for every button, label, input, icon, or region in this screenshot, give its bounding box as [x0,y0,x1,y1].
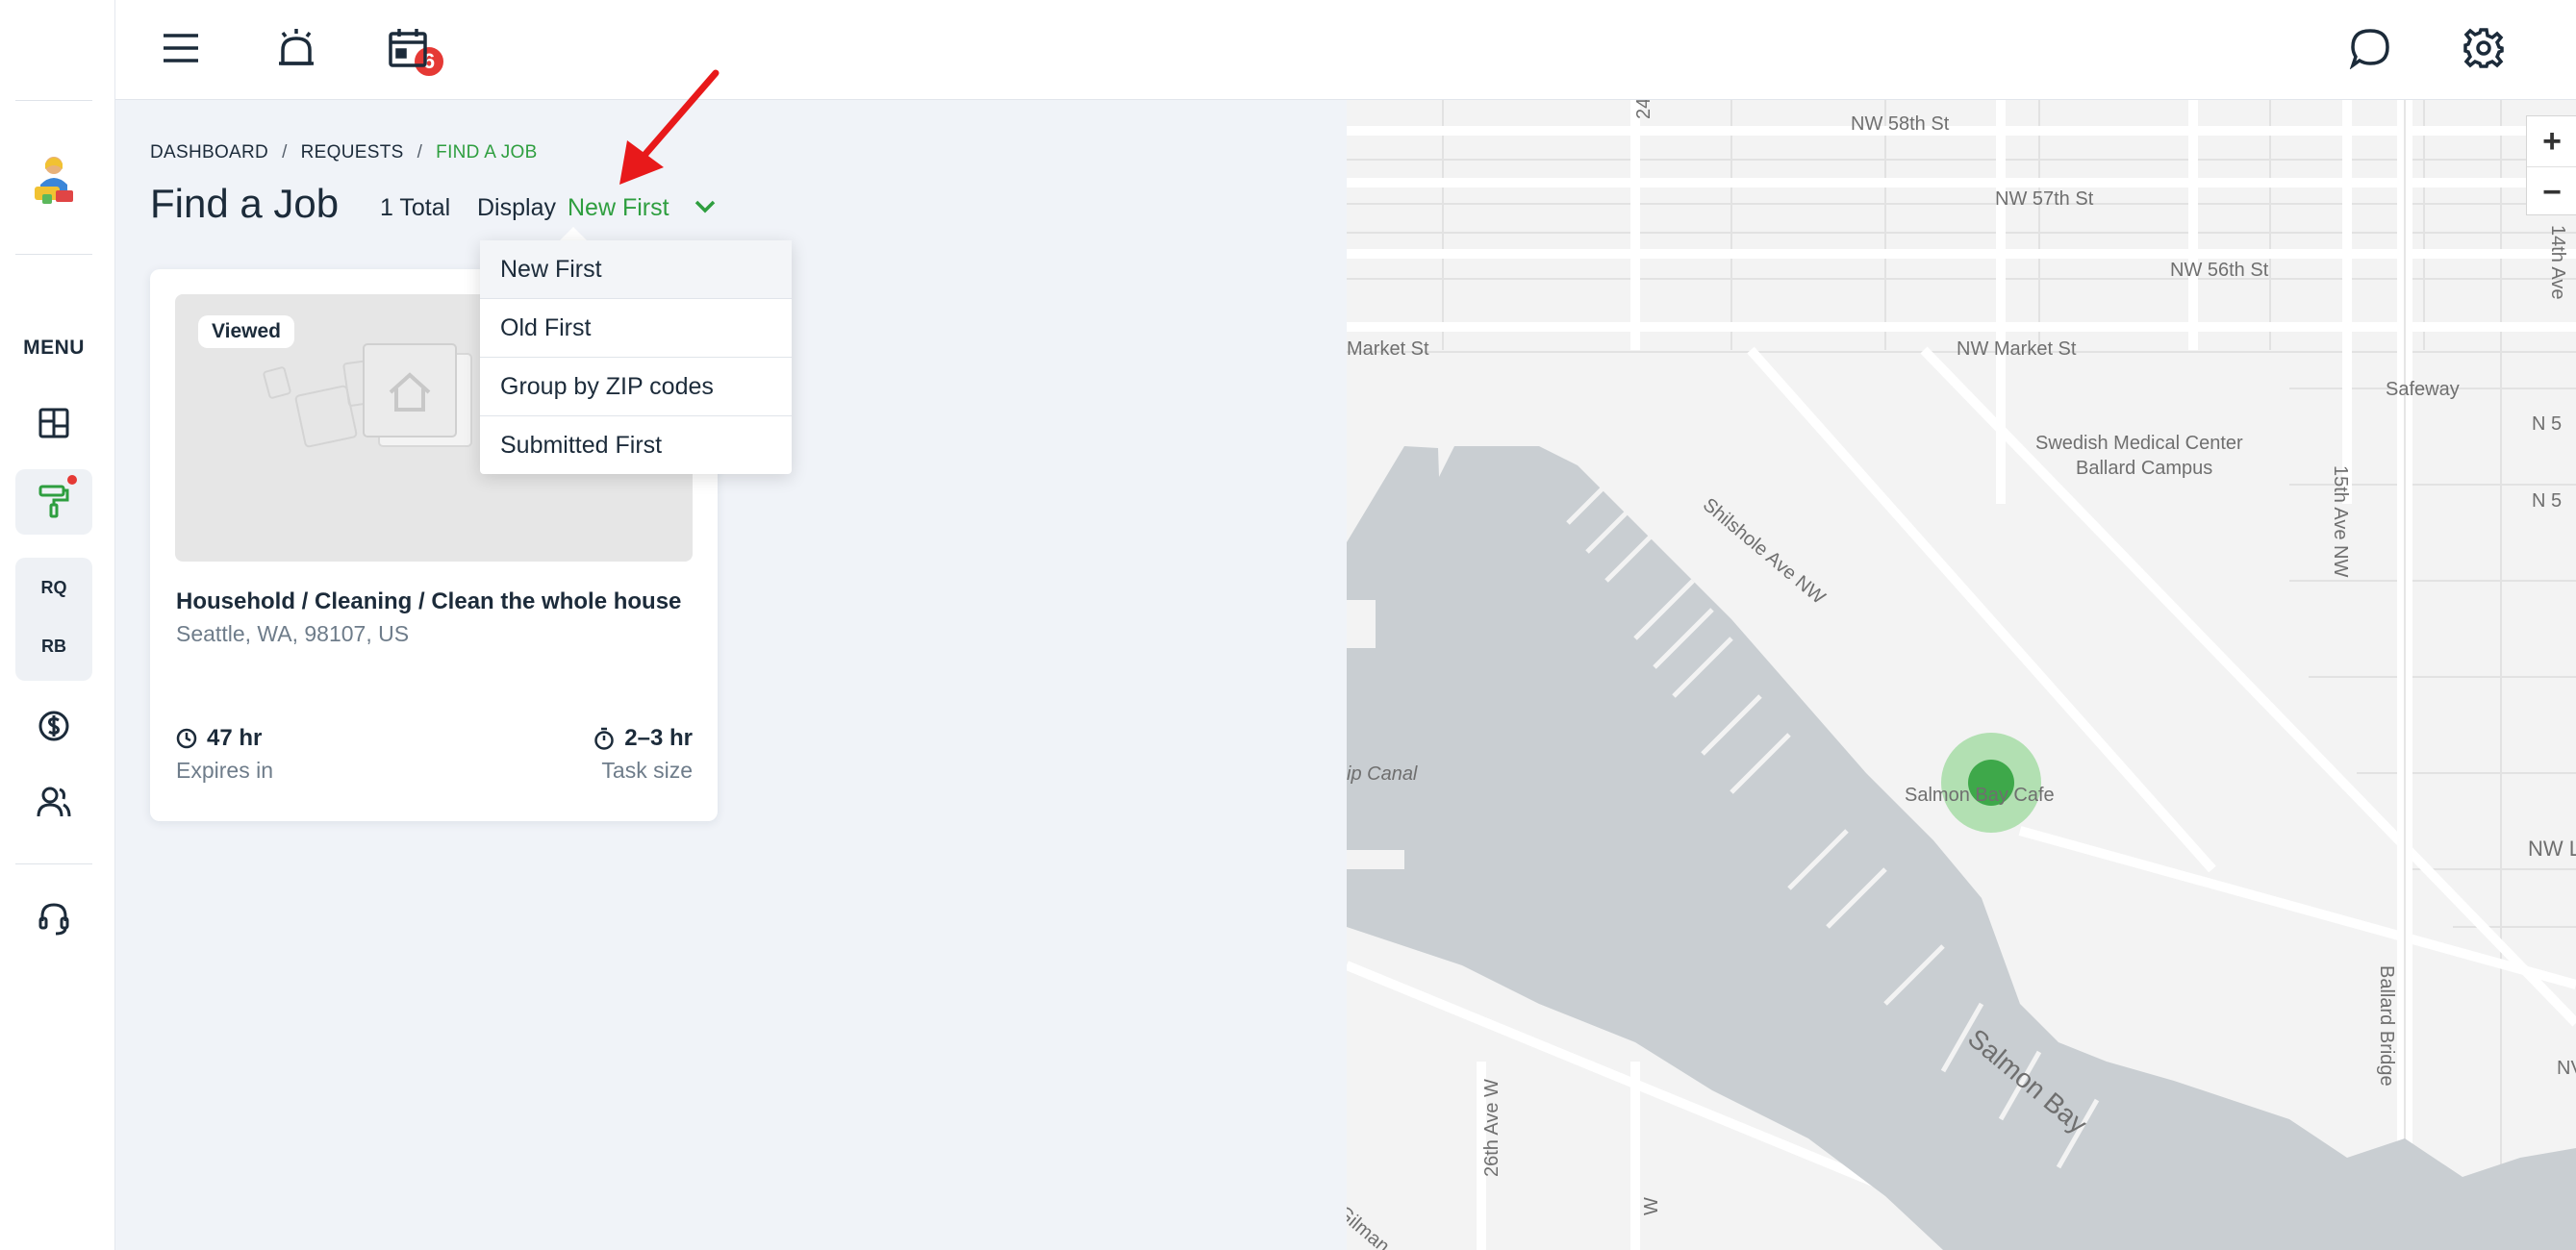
sort-dropdown-menu: New First Old First Group by ZIP codes S… [480,240,792,474]
annotation-arrow-icon [606,67,721,192]
sidebar-divider [15,100,92,101]
job-title[interactable]: Household / Cleaning / Clean the whole h… [176,588,681,615]
alarm-icon[interactable] [269,21,323,75]
task-size-label: Task size [601,758,693,783]
breadcrumb-requests[interactable]: REQUESTS [301,142,404,162]
clock-icon [176,728,197,749]
map[interactable]: NW 58th St NW 57th St NW 56th St Market … [1347,100,2576,1250]
avatar[interactable] [29,152,79,210]
sort-option-zip[interactable]: Group by ZIP codes [480,358,792,415]
sort-option-new-first[interactable]: New First [480,240,792,298]
calendar-icon[interactable] [381,21,435,75]
map-label: Safeway [2386,379,2460,400]
display-label: Display [477,194,556,221]
map-label: 24 [1633,100,1654,119]
task-size-hours: 2–3 hr [624,725,693,751]
users-icon[interactable] [33,781,75,823]
total-count: 1 Total [380,194,451,221]
gear-icon[interactable] [2457,21,2511,75]
breadcrumb-dashboard[interactable]: DASHBOARD [150,142,268,162]
breadcrumb-find-job: FIND A JOB [436,142,538,162]
sidebar-divider [15,254,92,255]
menu-label: MENU [23,337,85,359]
sidebar-group-requests [15,558,92,681]
expires-hours: 47 hr [207,725,263,751]
map-label: N 5 [2532,490,2563,512]
top-bar: 6 [115,0,2576,100]
map-label: 14th Ave [2547,225,2568,300]
map-label: N 5 [2532,413,2563,435]
sort-option-old-first[interactable]: Old First [480,299,792,357]
map-label: NV [2557,1058,2576,1079]
map-label: 15th Ave NW [2330,465,2351,578]
viewed-badge: Viewed [198,315,294,348]
map-label: Swedish Medical Center [2035,433,2243,454]
map-label: NW L [2528,837,2576,861]
sidebar-item-rb[interactable]: RB [15,637,92,657]
chat-icon[interactable] [2343,21,2397,75]
sort-option-submitted-first[interactable]: Submitted First [480,416,792,474]
sidebar-item-rq[interactable]: RQ [15,578,92,598]
chevron-down-icon[interactable] [691,192,720,221]
new-jobs-dot [67,475,77,485]
expires-label: Expires in [176,758,273,783]
headset-icon[interactable] [33,898,75,940]
map-label: Ballard Bridge [2376,965,2397,1087]
map-label: Ballard Campus [2076,458,2213,479]
zoom-in-button[interactable]: + [2527,116,2576,166]
breadcrumb-separator: / [282,142,288,162]
dollar-icon[interactable] [33,705,75,747]
paint-roller-icon[interactable] [33,481,75,523]
dropdown-caret [560,227,587,240]
hamburger-menu-icon[interactable] [154,21,208,75]
map-zoom-controls: + − [2526,115,2576,215]
breadcrumb-separator: / [417,142,423,162]
map-label: NW Market St [1957,338,2077,360]
map-label: NW 57th St [1995,188,2094,210]
map-label: Market St [1347,338,1429,360]
map-label: NW 58th St [1851,113,1950,135]
map-label: 26th Ave W [1481,1079,1503,1177]
sidebar-divider [15,863,92,864]
dashboard-icon[interactable] [33,402,75,444]
job-location: Seattle, WA, 98107, US [176,621,410,646]
stopwatch-icon [594,727,615,750]
map-label: Salmon Bay Cafe [1905,785,2055,806]
display-sort-select[interactable]: New First [568,194,669,222]
zoom-out-button[interactable]: − [2527,166,2576,217]
map-label: NW 56th St [2170,260,2269,281]
breadcrumb: DASHBOARD / REQUESTS / FIND A JOB [150,142,538,163]
page-title: Find a Job [150,181,340,226]
map-label: W [1641,1197,1662,1215]
expires-value: 47 hr [176,725,262,752]
task-size-value: 2–3 hr [593,725,693,752]
map-label: ip Canal [1347,763,1418,785]
sidebar: MENU RQ RB [0,0,115,1250]
